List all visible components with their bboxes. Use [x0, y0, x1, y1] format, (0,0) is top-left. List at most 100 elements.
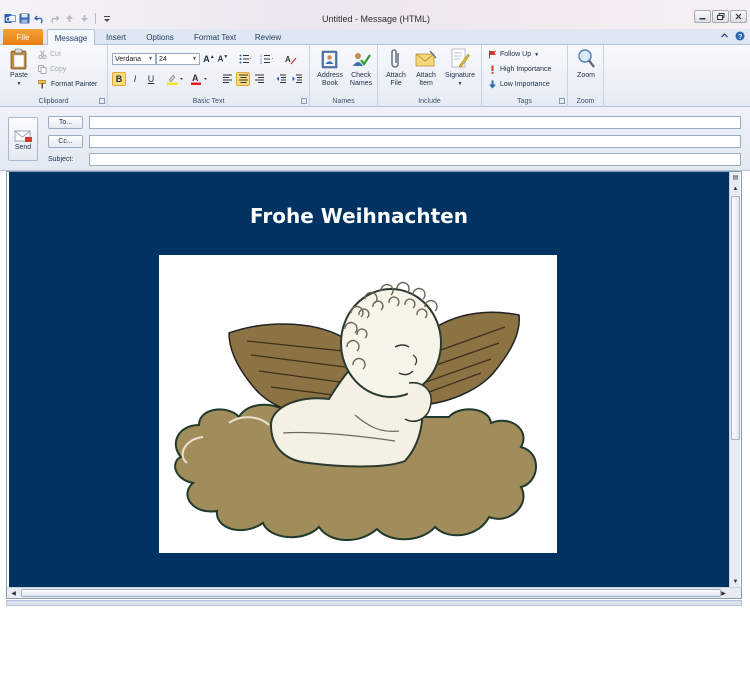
attach-file-button[interactable]: Attach File — [381, 48, 411, 88]
basic-text-dialog-launcher[interactable] — [301, 98, 307, 104]
save-icon[interactable] — [18, 12, 31, 25]
vertical-scrollbar[interactable]: ▤ ▲ ▼ — [729, 172, 740, 587]
cc-field[interactable] — [89, 135, 741, 148]
signature-dropdown-icon[interactable]: ▼ — [458, 80, 463, 88]
high-importance-button[interactable]: High Importance — [488, 65, 551, 74]
tab-review[interactable]: Review — [249, 29, 287, 45]
svg-text:A: A — [285, 55, 291, 64]
svg-text:?: ? — [738, 34, 742, 41]
paste-button[interactable]: Paste ▼ — [6, 48, 32, 88]
grow-font-button[interactable]: A▲ — [202, 52, 216, 66]
numbering-button[interactable]: 123 — [260, 52, 274, 66]
decrease-indent-button[interactable] — [274, 72, 288, 86]
font-size-combo[interactable]: 24 ▼ — [156, 53, 200, 65]
chevron-down-icon: ▼ — [192, 56, 197, 62]
clipboard-dialog-launcher[interactable] — [99, 98, 105, 104]
clear-formatting-button[interactable]: A — [284, 52, 298, 66]
increase-indent-icon — [292, 74, 302, 83]
address-book-label-1: Address — [317, 72, 343, 79]
attach-item-label-1: Attach — [416, 72, 436, 79]
font-name-value: Verdana — [115, 55, 142, 63]
check-names-icon — [350, 48, 372, 70]
scroll-left-arrow-icon[interactable]: ◀ — [9, 589, 18, 598]
restore-button[interactable] — [712, 10, 729, 23]
increase-indent-button[interactable] — [290, 72, 304, 86]
magnifier-icon — [575, 48, 597, 70]
send-button[interactable]: Send — [8, 117, 38, 161]
subject-field[interactable] — [89, 153, 741, 166]
basic-text-group: Verdana ▼ 24 ▼ A▲ A▼ 123 A B I U A Basic… — [108, 45, 310, 107]
tab-message[interactable]: Message — [47, 29, 95, 46]
names-group-label: Names — [332, 98, 355, 105]
low-importance-button[interactable]: Low Importance — [488, 80, 550, 89]
clipboard-group: Paste ▼ Cut Copy Format Painter Clipboar… — [0, 45, 108, 107]
exclamation-icon — [491, 65, 494, 74]
cut-button[interactable]: Cut — [38, 50, 61, 59]
underline-button[interactable]: U — [144, 72, 158, 86]
font-name-combo[interactable]: Verdana ▼ — [112, 53, 156, 65]
zoom-label: Zoom — [577, 72, 595, 79]
to-field[interactable] — [89, 116, 741, 129]
tab-options[interactable]: Options — [140, 29, 180, 45]
message-body-editor[interactable]: Frohe Weihnachten ▤ ▲ ▼ ◀ ▶ — [6, 171, 742, 599]
paintbrush-icon — [38, 80, 46, 89]
italic-button[interactable]: I — [128, 72, 142, 86]
chevron-down-icon: ▼ — [148, 56, 153, 62]
signature-button[interactable]: Signature ▼ — [441, 48, 479, 88]
vertical-scroll-thumb[interactable] — [731, 196, 740, 440]
underline-label: U — [147, 74, 155, 84]
cherub-illustration — [174, 281, 537, 542]
horizontal-scrollbar[interactable]: ◀ ▶ — [7, 587, 741, 598]
align-left-icon — [222, 74, 232, 84]
bold-label: B — [115, 74, 123, 84]
arrow-down-icon — [78, 12, 91, 25]
zoom-button[interactable]: Zoom — [571, 48, 601, 80]
tags-dialog-launcher[interactable] — [559, 98, 565, 104]
tab-insert[interactable]: Insert — [99, 29, 133, 45]
check-names-button[interactable]: Check Names — [346, 48, 376, 88]
minimize-button[interactable] — [694, 10, 711, 23]
check-names-label-1: Check — [351, 72, 371, 79]
outlook-app-icon[interactable]: O — [3, 12, 16, 25]
chevron-down-icon: ▼ — [534, 51, 540, 58]
highlight-button[interactable] — [166, 72, 186, 86]
minimize-icon — [699, 18, 706, 20]
tab-file[interactable]: File — [3, 29, 43, 45]
cherub-on-cloud-image — [159, 255, 557, 553]
horizontal-scroll-thumb[interactable] — [21, 589, 721, 597]
undo-icon[interactable] — [33, 12, 46, 25]
align-center-icon — [238, 74, 248, 84]
copy-button[interactable]: Copy — [38, 65, 66, 74]
bullets-button[interactable] — [238, 52, 252, 66]
tab-format-text[interactable]: Format Text — [189, 29, 241, 45]
format-painter-button[interactable]: Format Painter — [38, 80, 97, 89]
cc-button[interactable]: Cc... — [48, 135, 83, 148]
scroll-up-arrow-icon[interactable]: ▲ — [731, 184, 740, 193]
follow-up-button[interactable]: Follow Up ▼ — [488, 50, 539, 59]
attach-file-label-1: Attach — [386, 72, 406, 79]
to-button[interactable]: To... — [48, 116, 83, 129]
close-button[interactable] — [730, 10, 747, 23]
collapse-ribbon-icon[interactable] — [720, 31, 729, 43]
window-controls — [694, 10, 747, 23]
align-right-icon — [254, 74, 264, 84]
scroll-right-arrow-icon[interactable]: ▶ — [719, 589, 728, 598]
message-content: Frohe Weihnachten — [9, 172, 730, 587]
paste-dropdown-icon[interactable]: ▼ — [17, 80, 22, 88]
bold-button[interactable]: B — [112, 72, 126, 86]
attach-item-button[interactable]: Attach Item — [411, 48, 441, 88]
clear-formatting-icon: A — [285, 55, 297, 64]
font-color-button[interactable]: A — [190, 72, 210, 86]
align-right-button[interactable] — [252, 72, 266, 86]
address-book-button[interactable]: Address Book — [314, 48, 346, 88]
ruler-toggle-icon[interactable]: ▤ — [731, 173, 740, 182]
address-book-icon — [319, 48, 341, 70]
align-center-button[interactable] — [236, 72, 250, 86]
close-icon — [735, 13, 742, 20]
help-icon[interactable]: ? — [735, 31, 745, 43]
scroll-down-arrow-icon[interactable]: ▼ — [731, 577, 740, 586]
align-left-button[interactable] — [220, 72, 234, 86]
font-color-icon: A — [191, 73, 207, 85]
customize-toolbar-icon[interactable] — [100, 12, 113, 25]
shrink-font-button[interactable]: A▼ — [216, 52, 230, 66]
